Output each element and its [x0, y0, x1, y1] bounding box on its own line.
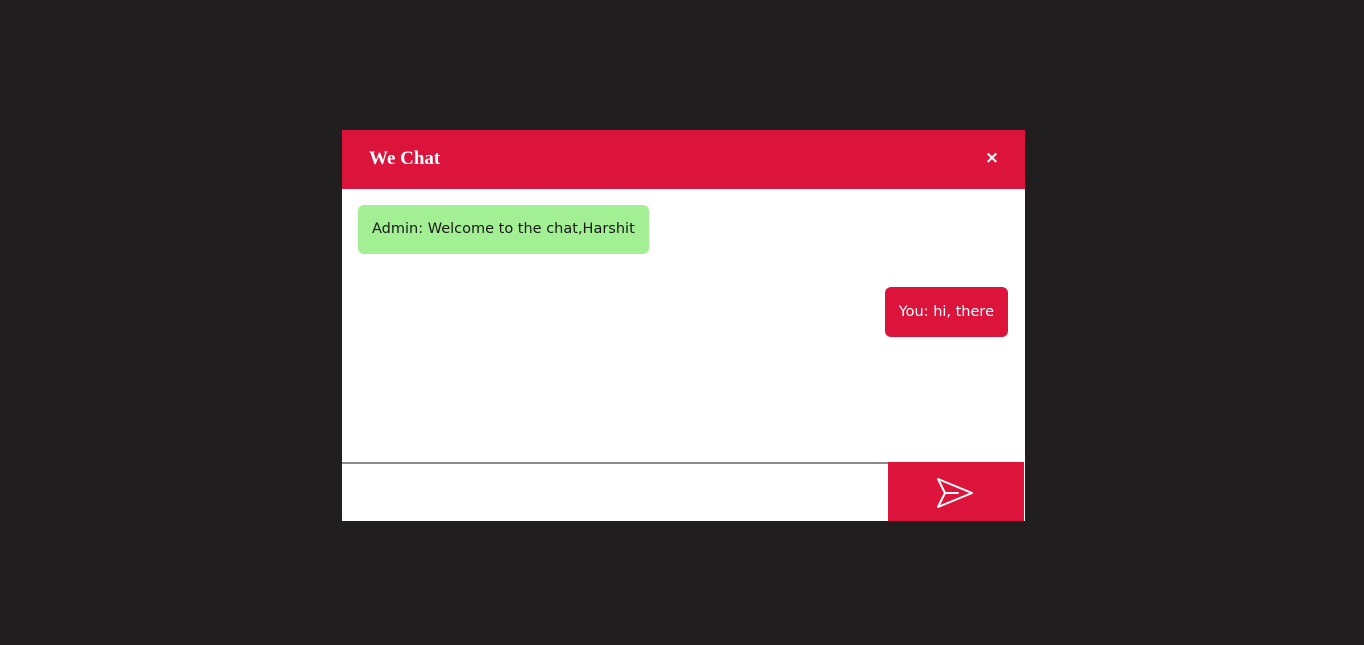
composer: [342, 462, 1025, 521]
chat-window: We Chat × Admin: Welcome to the chat,Har…: [342, 130, 1025, 521]
message-you: You: hi, there: [884, 287, 1008, 337]
message-list: Admin: Welcome to the chat,Harshit You: …: [342, 189, 1025, 462]
message-input[interactable]: [342, 462, 888, 521]
chat-header: We Chat ×: [342, 130, 1025, 189]
message-admin: Admin: Welcome to the chat,Harshit: [358, 205, 649, 254]
chat-title: We Chat: [369, 148, 441, 169]
send-button[interactable]: [888, 462, 1024, 521]
close-button[interactable]: ×: [981, 147, 1003, 169]
